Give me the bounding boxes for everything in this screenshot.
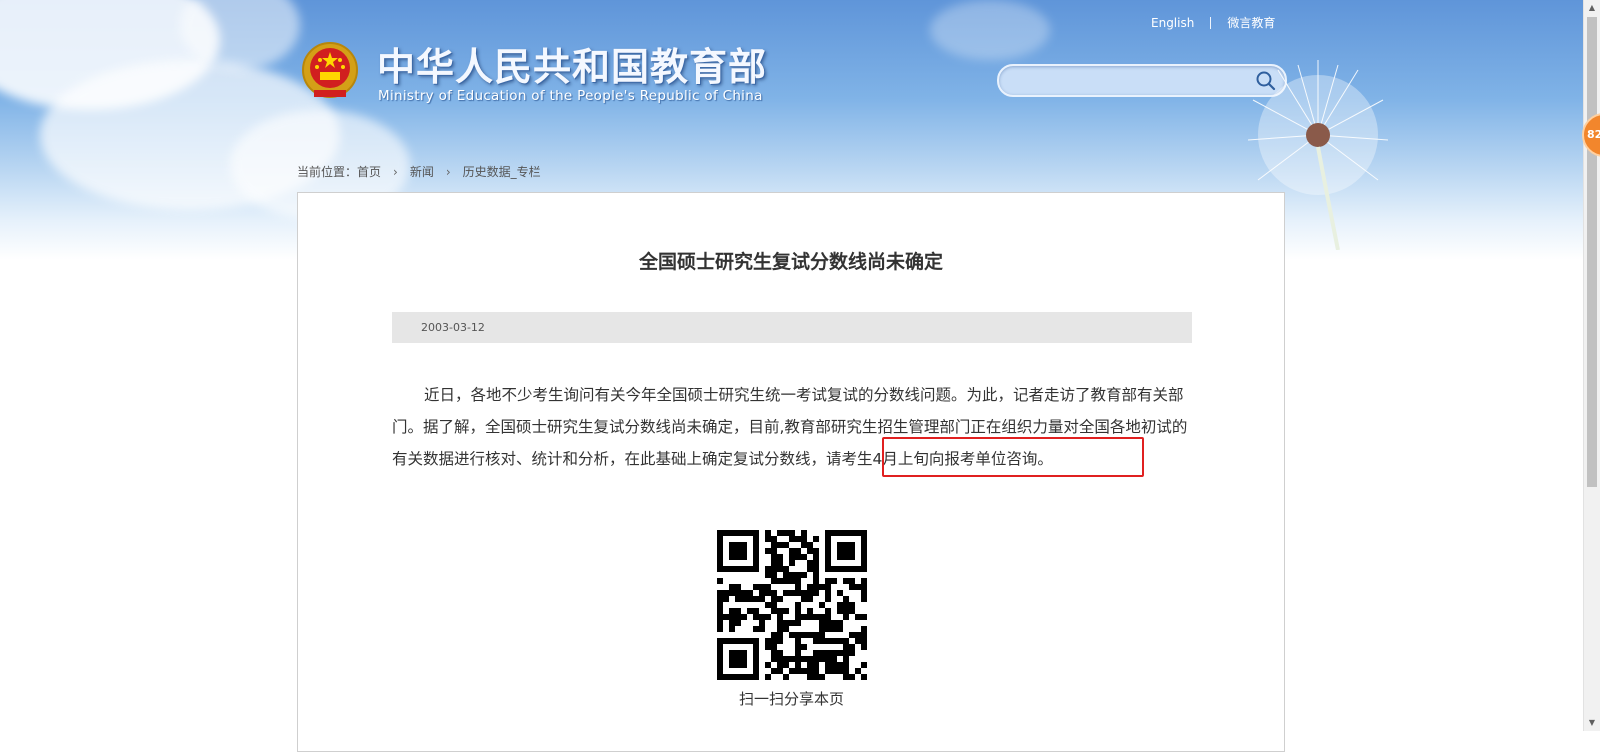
- breadcrumb-history[interactable]: 历史数据_专栏: [463, 163, 541, 180]
- scroll-down-icon[interactable]: ▼: [1584, 715, 1600, 731]
- breadcrumb-news[interactable]: 新闻: [410, 163, 434, 180]
- qr-caption: 扫一扫分享本页: [738, 690, 844, 708]
- site-subtitle: Ministry of Education of the People's Re…: [378, 88, 763, 104]
- top-links: English 微言教育: [1151, 14, 1275, 31]
- cloud-decoration: [930, 0, 1050, 60]
- publish-date: 2003-03-12: [421, 321, 485, 334]
- scroll-up-icon[interactable]: ▲: [1584, 0, 1600, 16]
- site-title: 中华人民共和国教育部: [377, 45, 768, 89]
- article-title: 全国硕士研究生复试分数线尚未确定: [638, 251, 943, 273]
- breadcrumb: 当前位置： 首页 › 新闻 › 历史数据_专栏: [297, 163, 541, 180]
- chevron-right-icon: ›: [445, 164, 451, 179]
- national-emblem-logo: [302, 42, 358, 98]
- scrollbar[interactable]: ▲ ▼: [1583, 0, 1600, 731]
- breadcrumb-prefix: 当前位置：: [297, 165, 358, 179]
- scrollbar-thumb[interactable]: [1587, 17, 1597, 487]
- chevron-right-icon: ›: [393, 164, 398, 179]
- breadcrumb-home[interactable]: 首页: [357, 163, 381, 180]
- weiyan-link[interactable]: 微言教育: [1227, 14, 1275, 31]
- date-bar: 2003-03-12: [392, 312, 1192, 343]
- link-divider: [1210, 16, 1212, 29]
- qr-code: [717, 530, 867, 680]
- highlight-annotation-box: [882, 437, 1144, 477]
- search-input[interactable]: [1011, 69, 1253, 93]
- english-link[interactable]: English: [1151, 16, 1194, 30]
